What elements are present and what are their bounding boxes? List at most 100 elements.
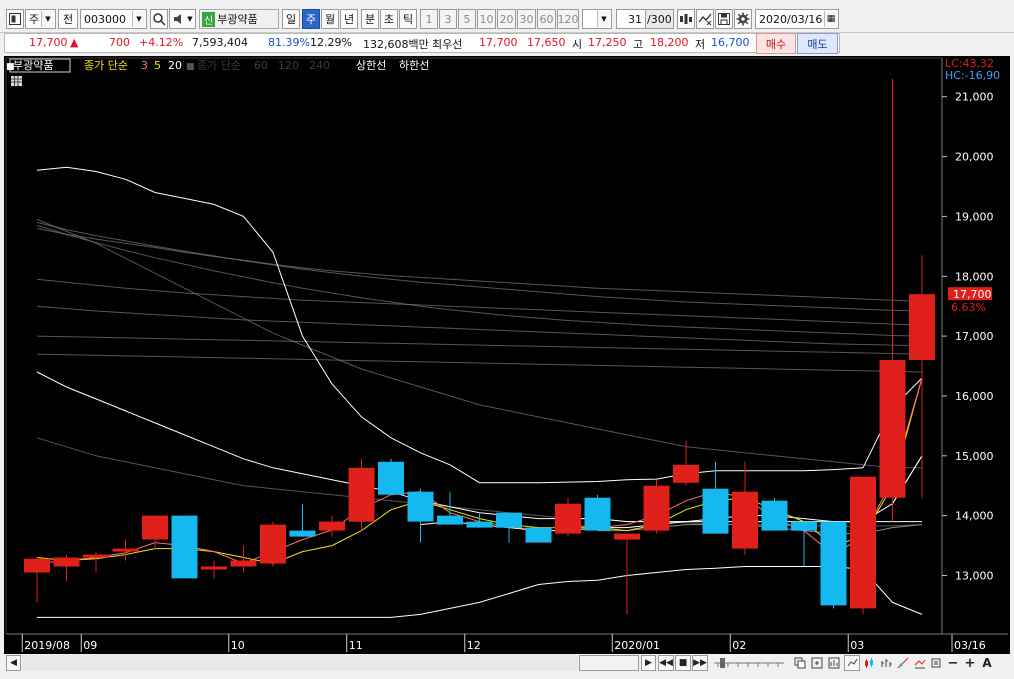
candle-up (555, 503, 581, 534)
legend-lower-limit: 하한선 (399, 58, 429, 72)
legend-upper-limit: 상한선 (356, 59, 386, 72)
table-icon[interactable] (11, 76, 22, 86)
quote-bar: 17,700 ▲ 700 +4.12% 7,593,404 81.39% 12.… (4, 33, 840, 53)
chart-tools-icon[interactable] (677, 9, 695, 29)
date-value: 2020/03/16 (759, 12, 823, 26)
interval-10-button[interactable]: 10 (477, 9, 496, 29)
time-axis: 2019/08 09 10 11 12 2020/01 02 03 03/16 (21, 634, 986, 652)
crosshair-icon[interactable] (696, 9, 714, 29)
save-icon[interactable] (715, 9, 733, 29)
y-tick-label: 16,000 (955, 390, 994, 403)
interval-60-label: 60 (539, 12, 554, 26)
period-minute-button[interactable]: 분 (361, 9, 379, 29)
candle-down (437, 515, 463, 525)
open-label: 시 (572, 38, 583, 51)
y-tick-label: 14,000 (955, 510, 994, 523)
stock-code-input[interactable]: 003000 ▼ (80, 9, 147, 29)
zoom-out-minus-icon[interactable]: − (945, 655, 961, 671)
legend-bullet-icon: ■ (186, 62, 195, 72)
interval-1-button[interactable]: 1 (420, 9, 438, 29)
candle-down (584, 497, 611, 531)
candle-up (142, 515, 168, 540)
interval-custom-select[interactable]: ▼ (582, 9, 612, 29)
y-tick-label: 18,000 (955, 270, 994, 283)
candle-icon[interactable] (861, 655, 877, 671)
search-icon[interactable] (150, 9, 168, 29)
chevron-down-icon: ▼ (187, 15, 193, 23)
bar-chart-icon[interactable] (878, 655, 894, 671)
market-select[interactable]: 주 ▼ (25, 9, 56, 29)
date-input[interactable]: 2020/03/16 ▦ (755, 9, 839, 29)
stock-name-field[interactable]: 신 부광약품 (199, 9, 279, 29)
chevron-down-icon: ▼ (41, 11, 54, 27)
interval-1-label: 1 (425, 12, 433, 26)
long-ma-lines (36, 218, 923, 527)
interval-5-label: 5 (463, 12, 471, 26)
interval-60-button[interactable]: 60 (537, 9, 556, 29)
period-year-button[interactable]: 년 (340, 9, 358, 29)
window-menu-icon[interactable] (6, 9, 24, 29)
chart-type-icon[interactable] (844, 655, 860, 671)
chevron-down-icon: ▼ (597, 11, 610, 27)
legend-stock-name: 부광약품 (13, 58, 53, 72)
candle-up (909, 294, 935, 360)
change-value: 700 (109, 36, 130, 49)
interval-120-label: 120 (557, 12, 579, 26)
y-tick-label: 13,000 (955, 570, 994, 583)
low-label: 저 (695, 38, 706, 51)
period-week-button[interactable]: 주 (302, 9, 320, 29)
trade-amount: 132,608백만 (363, 38, 429, 51)
x-tick-label: 12 (467, 639, 481, 652)
stop-button[interactable]: ■ (675, 655, 691, 671)
interval-20-button[interactable]: 20 (497, 9, 516, 29)
period-prefix-button[interactable]: 전 (58, 9, 78, 29)
period-zoom-icon[interactable] (826, 655, 842, 671)
market-value: 주 (29, 13, 40, 26)
candle-up (83, 554, 109, 558)
price-chart[interactable]: 13,000 14,000 15,000 16,000 17,000 18,000 19,0… (4, 56, 1010, 654)
open-price: 17,250 (588, 36, 627, 49)
zoom-slider[interactable] (712, 657, 786, 669)
chart-scrollbar[interactable]: ◀ ▶ ◀◀ ■ ▶▶ − + A (4, 654, 1010, 672)
interval-30-button[interactable]: 30 (517, 9, 536, 29)
scroll-track[interactable] (22, 655, 578, 671)
scroll-right-button[interactable]: ▶ (641, 655, 656, 671)
candle-up (614, 533, 640, 540)
envelope-lines (36, 166, 923, 618)
y-tick-label: 15,000 (955, 450, 994, 463)
credit-badge: 신 (202, 11, 216, 27)
best-ask: 17,700 (479, 36, 518, 49)
x-tick-label: 03 (850, 639, 864, 652)
period-month-button[interactable]: 월 (321, 9, 339, 29)
calendar-icon[interactable]: ▦ (824, 11, 837, 27)
candle-up (673, 464, 699, 483)
scroll-thumb[interactable] (579, 655, 639, 671)
sell-button[interactable]: 매도 (797, 33, 838, 54)
interval-3-button[interactable]: 3 (439, 9, 457, 29)
zoom-fit-icon[interactable] (809, 655, 825, 671)
buy-button[interactable]: 매수 (756, 33, 796, 54)
period-tick-button[interactable]: 틱 (399, 9, 417, 29)
plot-frame (5, 57, 943, 635)
rewind-button[interactable]: ◀◀ (658, 655, 674, 671)
candle-count-total-label: /300 (647, 12, 672, 26)
zoom-in-plus-icon[interactable]: + (962, 655, 978, 671)
period-second-button[interactable]: 초 (380, 9, 398, 29)
speaker-icon[interactable]: ▼ (169, 9, 196, 29)
x-tick-label: 03/16 (954, 639, 986, 652)
candle-count-input[interactable]: 31 (616, 9, 646, 29)
period-week-label: 주 (305, 13, 317, 26)
trend-line-icon[interactable] (895, 655, 911, 671)
scroll-left-button[interactable]: ◀ (6, 655, 21, 671)
drawing-tool-icon[interactable] (912, 655, 928, 671)
zoom-out-icon[interactable] (792, 655, 808, 671)
settings-small-icon[interactable] (929, 655, 943, 671)
fast-forward-button[interactable]: ▶▶ (692, 655, 708, 671)
text-tool-icon[interactable]: A (979, 655, 995, 671)
long-ma-line-5 (36, 335, 923, 355)
period-day-button[interactable]: 일 (282, 9, 300, 29)
period-year-label: 년 (343, 13, 355, 26)
interval-120-button[interactable]: 120 (557, 9, 579, 29)
interval-5-button[interactable]: 5 (458, 9, 476, 29)
gear-icon[interactable] (734, 9, 752, 29)
